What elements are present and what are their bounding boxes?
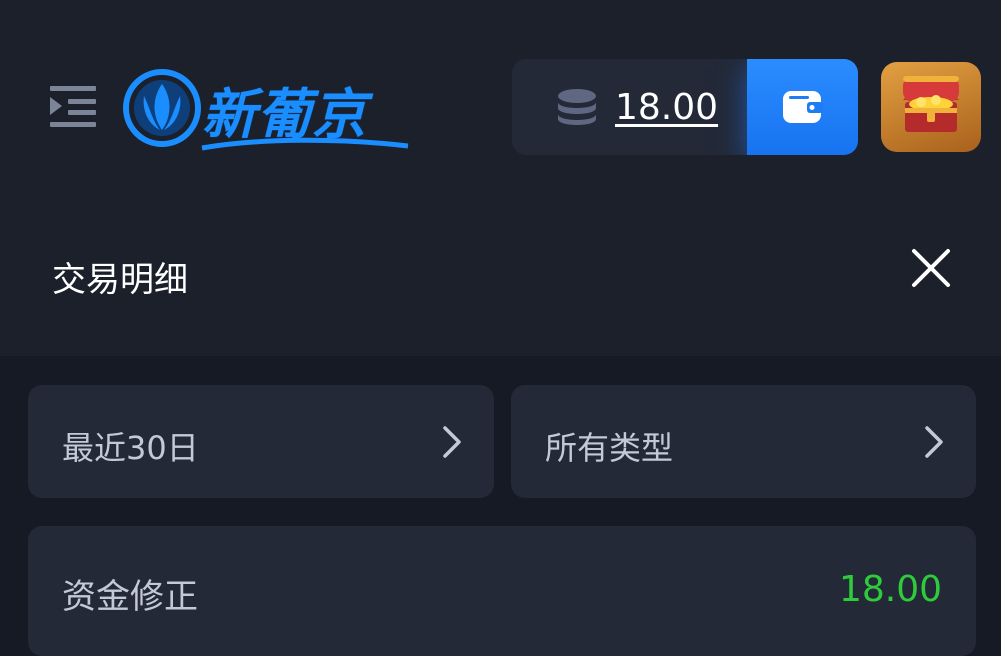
menu-collapse-icon bbox=[50, 86, 96, 127]
balance-box: 18.00 bbox=[512, 59, 858, 155]
chevron-right-icon bbox=[443, 426, 461, 458]
transaction-type: 资金修正 bbox=[62, 577, 198, 617]
brand-logo[interactable]: 新葡京 bbox=[122, 64, 412, 154]
menu-button[interactable] bbox=[48, 84, 98, 128]
balance-value[interactable]: 18.00 bbox=[615, 87, 718, 128]
wallet-icon bbox=[783, 91, 823, 123]
coin-stack-icon bbox=[558, 89, 596, 125]
treasure-chest-button[interactable] bbox=[881, 62, 981, 152]
lotus-emblem-icon bbox=[123, 69, 201, 147]
date-range-label: 最近30日 bbox=[62, 429, 199, 467]
treasure-chest-icon bbox=[903, 76, 959, 132]
chevron-right-icon bbox=[925, 426, 943, 458]
page-title: 交易明细 bbox=[52, 260, 188, 300]
wallet-button[interactable] bbox=[747, 59, 858, 155]
top-header: 新葡京 18.00 bbox=[0, 0, 1001, 186]
type-filter[interactable]: 所有类型 bbox=[511, 385, 976, 498]
type-filter-label: 所有类型 bbox=[545, 429, 674, 467]
close-icon bbox=[912, 249, 950, 287]
close-button[interactable] bbox=[908, 245, 954, 291]
transaction-amount: 18.00 bbox=[838, 569, 942, 610]
date-range-filter[interactable]: 最近30日 bbox=[28, 385, 494, 498]
logo-swoosh bbox=[201, 137, 409, 151]
page-header: 交易明细 bbox=[0, 186, 1001, 356]
